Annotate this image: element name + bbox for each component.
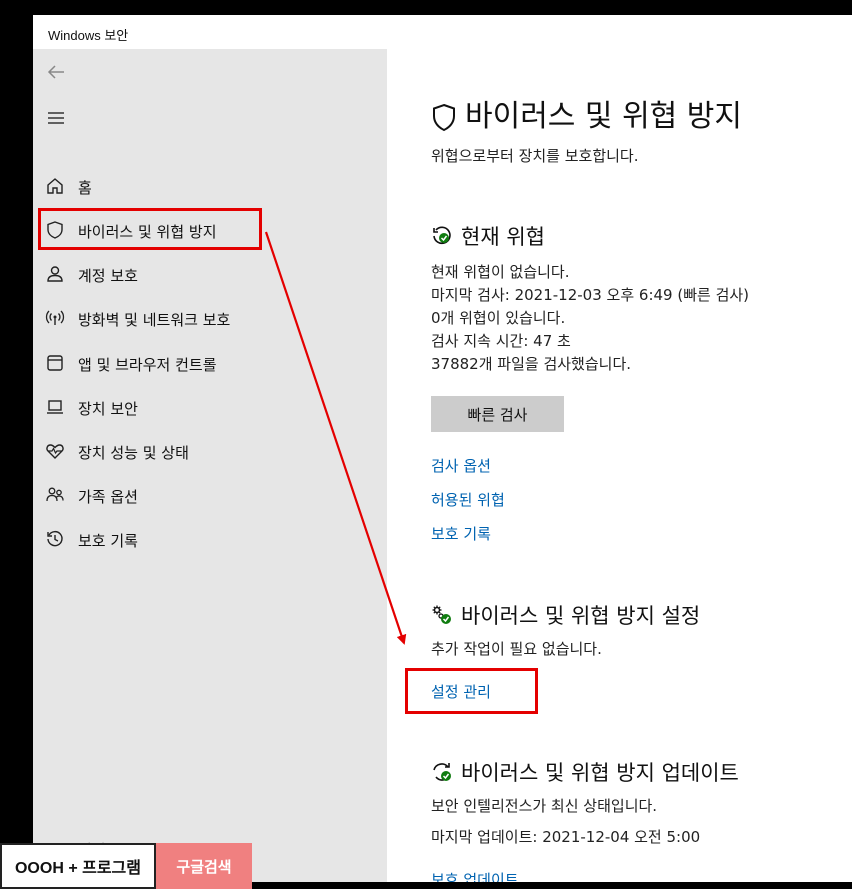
allowed-threats-link[interactable]: 허용된 위협	[431, 489, 505, 510]
watermark-right: 구글검색	[156, 843, 252, 889]
home-icon	[47, 178, 63, 194]
page-subtitle: 위협으로부터 장치를 보호합니다.	[431, 147, 639, 165]
settings-status-line: 추가 작업이 필요 없습니다.	[431, 640, 602, 658]
quick-scan-button[interactable]: 빠른 검사	[431, 396, 564, 432]
current-threats-heading: 현재 위협	[431, 221, 545, 251]
refresh-check-icon	[433, 763, 451, 781]
sidebar-item-firewall[interactable]: 방화벽 및 네트워크 보호	[33, 298, 387, 338]
sidebar-item-app-browser[interactable]: 앱 및 브라우저 컨트롤	[33, 343, 387, 383]
page-title: 바이러스 및 위협 방지	[431, 91, 742, 135]
window-title: Windows 보안	[48, 28, 129, 43]
sidebar-item-label: 홈	[78, 179, 92, 197]
shield-icon	[433, 103, 455, 131]
gear-check-icon	[432, 605, 451, 624]
sidebar-item-label: 방화벽 및 네트워크 보호	[78, 311, 231, 329]
windows-security-window: Windows 보안 홈 바이러스 및 위협 방지 계정 보호 방화벽 및 네트…	[33, 15, 852, 882]
back-arrow-icon[interactable]	[45, 61, 67, 83]
sidebar-item-family-options[interactable]: 가족 옵션	[33, 475, 387, 515]
watermark-badge: OOOH + 프로그램 구글검색	[0, 843, 252, 889]
updates-heading: 바이러스 및 위협 방지 업데이트	[431, 757, 739, 787]
sidebar-item-home[interactable]: 홈	[33, 166, 387, 206]
sidebar-item-label: 가족 옵션	[78, 488, 138, 506]
files-scanned-line: 37882개 파일을 검사했습니다.	[431, 355, 632, 373]
sidebar-item-label: 보호 기록	[78, 532, 138, 550]
sidebar-item-label: 계정 보호	[78, 267, 138, 285]
threat-history-icon	[433, 226, 451, 245]
family-icon	[46, 487, 64, 502]
scan-options-link[interactable]: 검사 옵션	[431, 455, 491, 476]
section-title-text: 현재 위협	[461, 225, 545, 249]
person-icon	[47, 266, 63, 282]
last-update-line: 마지막 업데이트: 2021-12-04 오전 5:00	[431, 828, 701, 846]
main-content: 바이러스 및 위협 방지 위협으로부터 장치를 보호합니다. 현재 위협 현재 …	[387, 49, 852, 882]
antenna-icon	[45, 310, 65, 325]
app-window-icon	[47, 355, 63, 371]
hamburger-menu-icon[interactable]	[45, 107, 67, 129]
sidebar-item-protection-history[interactable]: 보호 기록	[33, 519, 387, 559]
sidebar-item-label: 장치 보안	[78, 400, 138, 418]
laptop-icon	[47, 400, 63, 414]
settings-heading: 바이러스 및 위협 방지 설정	[431, 600, 700, 630]
section-title-text: 바이러스 및 위협 방지 설정	[461, 604, 701, 628]
threat-count-line: 0개 위협이 있습니다.	[431, 309, 566, 327]
title-bar: Windows 보안	[33, 15, 852, 49]
threat-status-line: 현재 위협이 없습니다.	[431, 263, 570, 281]
page-title-text: 바이러스 및 위협 방지	[465, 99, 743, 134]
sidebar-item-device-security[interactable]: 장치 보안	[33, 387, 387, 427]
sidebar-item-label: 장치 성능 및 상태	[78, 444, 189, 462]
heart-icon	[46, 444, 64, 459]
sidebar-item-label: 앱 및 브라우저 컨트롤	[78, 356, 217, 374]
scan-duration-line: 검사 지속 시간: 47 초	[431, 332, 571, 350]
sidebar-item-device-health[interactable]: 장치 성능 및 상태	[33, 431, 387, 471]
highlight-box-manage-settings	[405, 668, 538, 714]
last-scan-line: 마지막 검사: 2021-12-03 오후 6:49 (빠른 검사)	[431, 286, 750, 304]
section-title-text: 바이러스 및 위협 방지 업데이트	[461, 761, 739, 785]
history-icon	[47, 530, 63, 547]
watermark-left: OOOH + 프로그램	[0, 843, 156, 889]
sidebar: 홈 바이러스 및 위협 방지 계정 보호 방화벽 및 네트워크 보호 앱 및 브…	[33, 49, 387, 882]
protection-updates-link[interactable]: 보호 업데이트	[431, 869, 519, 882]
protection-history-link[interactable]: 보호 기록	[431, 523, 491, 544]
highlight-box-virus-protection	[38, 208, 262, 250]
updates-status-line: 보안 인텔리전스가 최신 상태입니다.	[431, 797, 658, 815]
sidebar-item-account-protection[interactable]: 계정 보호	[33, 254, 387, 294]
